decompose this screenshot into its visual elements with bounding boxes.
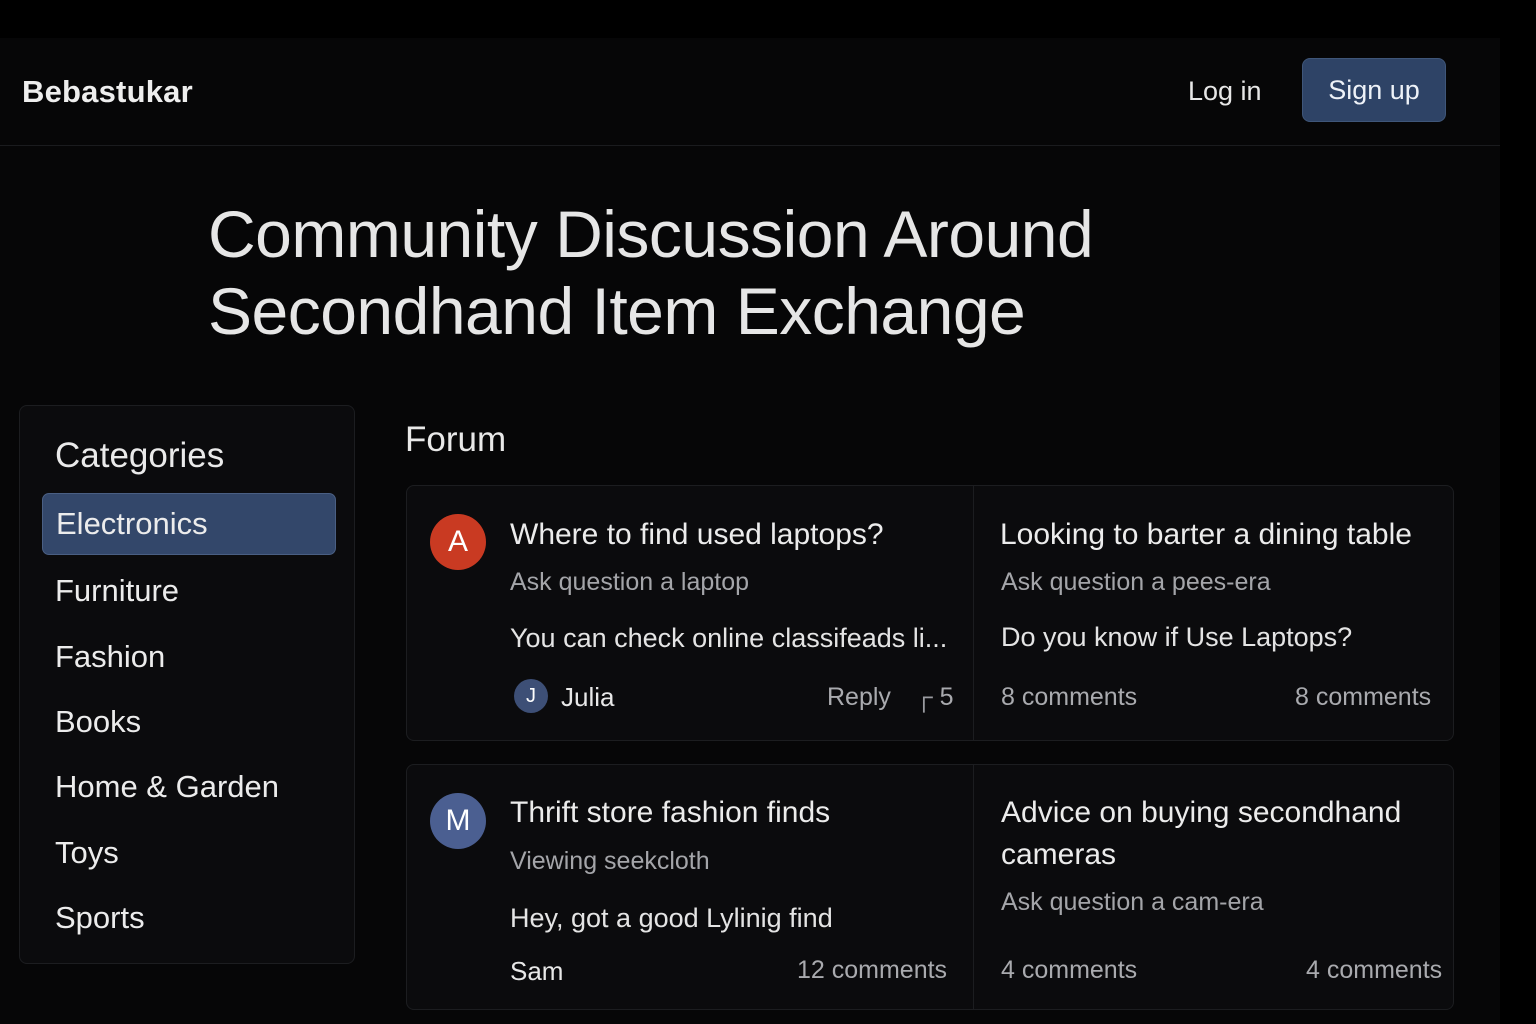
- category-electronics[interactable]: Electronics: [42, 493, 336, 555]
- post-title-secondhand-cameras[interactable]: Advice on buying secondhand cameras: [1001, 792, 1401, 876]
- forum-card-row-1: A Where to find used laptops? Ask questi…: [406, 485, 1454, 741]
- avatar: M: [430, 793, 486, 849]
- categories-sidebar: Categories Electronics Furniture Fashion…: [19, 405, 355, 964]
- page-title: Community Discussion Around Secondhand I…: [208, 196, 1208, 350]
- comment-count[interactable]: 12 comments: [797, 956, 947, 985]
- post-title-dining-table[interactable]: Looking to barter a dining table: [1000, 514, 1412, 556]
- post-excerpt: Do you know if Use Laptops?: [1001, 622, 1353, 652]
- category-sports[interactable]: Sports: [42, 887, 336, 949]
- post-title-line-2: cameras: [1001, 838, 1117, 871]
- post-author[interactable]: Julia: [561, 682, 614, 713]
- category-books[interactable]: Books: [42, 691, 336, 753]
- reply-icon: ┌: [915, 683, 933, 711]
- post-subtitle: Ask question a laptop: [510, 568, 750, 596]
- post-subtitle: Ask question a pees-era: [1001, 568, 1271, 596]
- category-furniture[interactable]: Furniture: [42, 560, 336, 622]
- reply-count: ┌ 5: [915, 683, 954, 712]
- card-divider: [973, 765, 974, 1009]
- reply-count-value: 5: [939, 683, 954, 711]
- comment-count[interactable]: 8 comments: [1001, 683, 1137, 712]
- page-title-line-1: Community Discussion Around: [208, 197, 1094, 271]
- category-toys[interactable]: Toys: [42, 822, 336, 884]
- post-title-thrift-fashion[interactable]: Thrift store fashion finds: [510, 792, 830, 834]
- comment-count[interactable]: 4 comments: [1001, 956, 1137, 985]
- sidebar-title: Categories: [55, 436, 225, 475]
- post-title-line-1: Advice on buying secondhand: [1001, 796, 1402, 829]
- avatar: A: [430, 514, 486, 570]
- post-excerpt: You can check online classifeads li...: [510, 623, 948, 653]
- login-link[interactable]: Log in: [1188, 76, 1262, 107]
- category-fashion[interactable]: Fashion: [42, 626, 336, 688]
- page-title-line-2: Secondhand Item Exchange: [208, 274, 1026, 348]
- post-excerpt: Hey, got a good Lylinig find: [510, 903, 833, 933]
- post-subtitle: Viewing seekcloth: [510, 847, 710, 875]
- comment-count[interactable]: 8 comments: [1295, 683, 1431, 712]
- post-title-used-laptops[interactable]: Where to find used laptops?: [510, 514, 884, 556]
- post-subtitle: Ask question a cam-era: [1001, 888, 1264, 916]
- post-author[interactable]: Sam: [510, 956, 563, 987]
- comment-count[interactable]: 4 comments: [1306, 956, 1442, 985]
- forum-card-row-2: M Thrift store fashion finds Viewing see…: [406, 764, 1454, 1010]
- category-home-garden[interactable]: Home & Garden: [42, 756, 336, 818]
- card-divider: [973, 486, 974, 740]
- author-avatar: J: [514, 679, 548, 713]
- forum-heading: Forum: [405, 420, 507, 459]
- reply-button[interactable]: Reply: [827, 683, 891, 712]
- signup-button[interactable]: Sign up: [1302, 58, 1446, 122]
- top-navbar: Bebastukar Log in Sign up: [0, 38, 1500, 146]
- brand-logo[interactable]: Bebastukar: [22, 74, 193, 110]
